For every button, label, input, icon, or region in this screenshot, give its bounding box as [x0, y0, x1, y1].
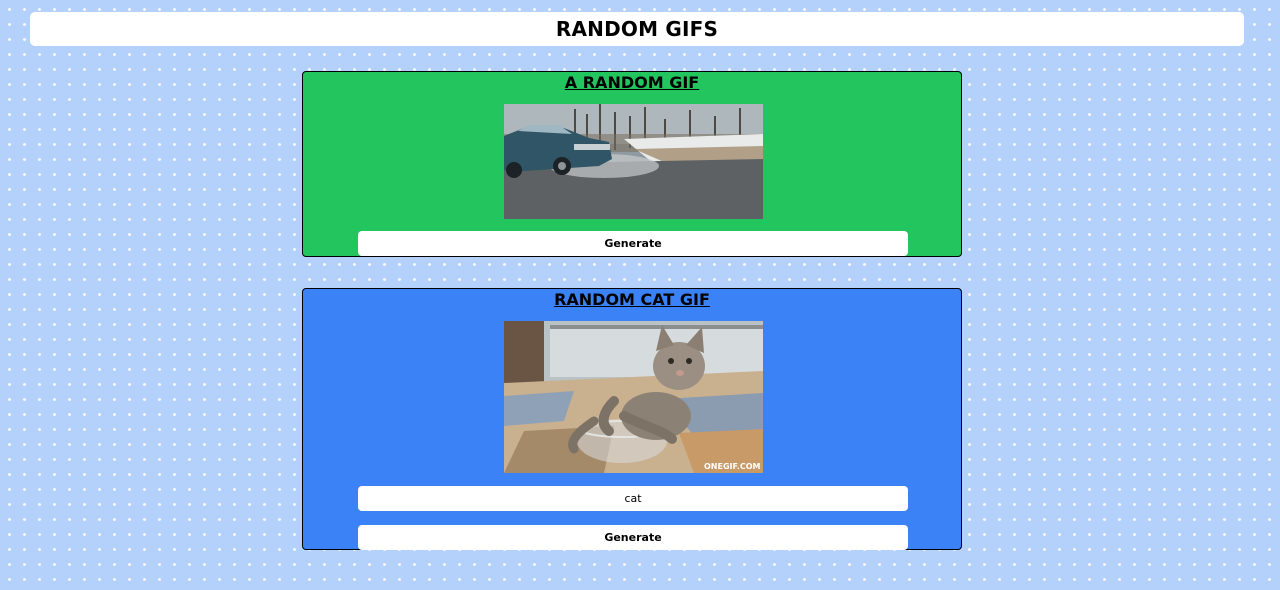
gif-watermark: ONEGIF.COM	[704, 462, 761, 471]
random-gif-image	[504, 104, 763, 219]
generate-random-gif-button[interactable]: Generate	[358, 231, 908, 256]
random-cat-gif-image: ONEGIF.COM	[504, 321, 763, 473]
generate-cat-gif-button[interactable]: Generate	[358, 525, 908, 550]
gif-tag-input[interactable]	[358, 486, 908, 511]
random-cat-gif-title: RANDOM CAT GIF	[554, 290, 710, 309]
random-gif-title: A RANDOM GIF	[564, 73, 700, 92]
random-gif-card: A RANDOM GIF Generate	[302, 71, 962, 257]
page-title: RANDOM GIFS	[555, 17, 719, 41]
random-cat-gif-card: RANDOM CAT GIF ONEGIF.COM cat Generate	[302, 288, 962, 550]
page-header: RANDOM GIFS	[30, 12, 1244, 46]
